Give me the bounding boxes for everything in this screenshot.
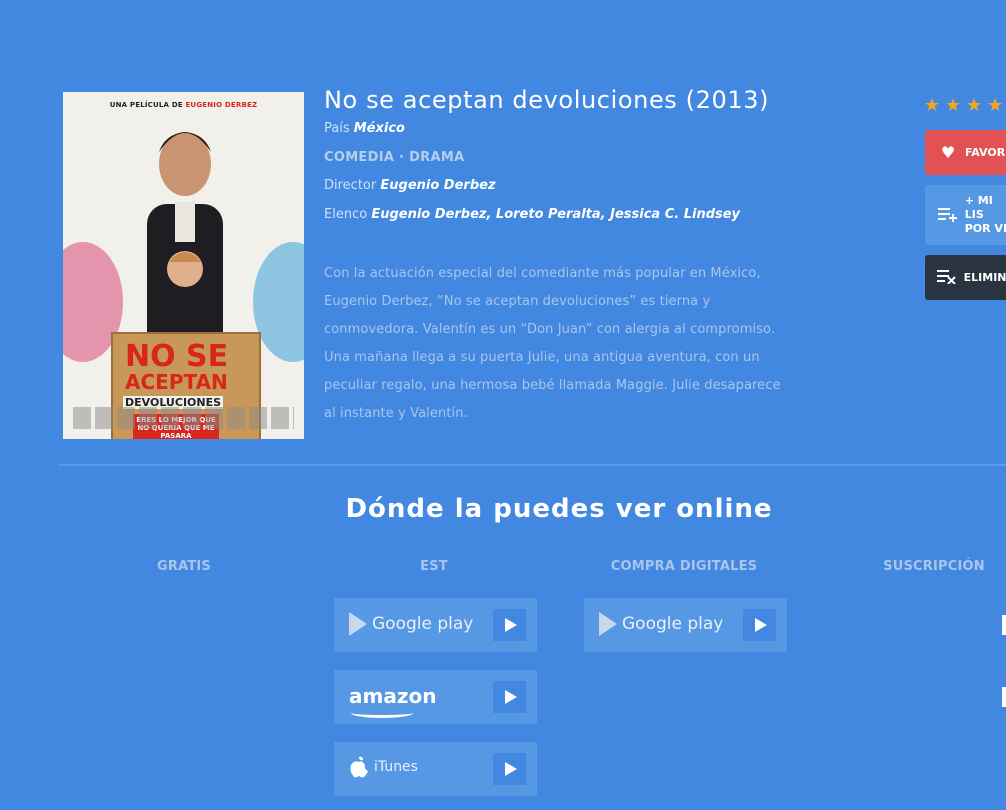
apple-icon <box>350 756 368 778</box>
country-value[interactable]: México <box>354 121 405 136</box>
amazon-logo: amazon <box>349 684 436 718</box>
google-play-logo: Google play <box>599 612 723 636</box>
star-icon[interactable]: ★ <box>924 97 940 115</box>
play-button[interactable] <box>743 609 776 641</box>
store-itunes-est[interactable]: iTunes <box>334 742 537 796</box>
column-header-gratis: GRATIS <box>157 559 211 574</box>
section-divider <box>59 464 1006 466</box>
star-icon[interactable]: ★ <box>945 97 961 115</box>
store-google-play-est[interactable]: Google play <box>334 598 537 652</box>
online-section-title: Dónde la puedes ver online <box>345 494 773 524</box>
play-button[interactable] <box>493 753 526 785</box>
store-google-play-compra[interactable]: Google play <box>584 598 787 652</box>
cast-row: Elenco Eugenio Derbez, Loreto Peralta, J… <box>324 207 740 222</box>
director-row: Director Eugenio Derbez <box>324 178 496 193</box>
google-play-icon <box>349 612 367 636</box>
synopsis: Con la actuación especial del comediante… <box>324 266 781 421</box>
play-button[interactable] <box>493 609 526 641</box>
director-value[interactable]: Eugenio Derbez <box>380 178 495 193</box>
favorite-label: FAVORI <box>965 146 1006 159</box>
country-label: País <box>324 121 350 136</box>
poster-credit: UNA PELÍCULA DE EUGENIO DERBEZ <box>109 101 258 109</box>
google-play-logo: Google play <box>349 612 473 636</box>
play-button-clipped[interactable] <box>1002 687 1006 707</box>
remove-button[interactable]: ELIMINA <box>925 255 1006 300</box>
rating-stars[interactable]: ★ ★ ★ ★ <box>924 97 1003 115</box>
amazon-smile-icon <box>351 708 413 718</box>
cast-value[interactable]: Eugenio Derbez, Loreto Peralta, Jessica … <box>371 207 740 222</box>
itunes-logo: iTunes <box>349 756 418 778</box>
store-amazon-est[interactable]: amazon <box>334 670 537 724</box>
column-header-suscripcion: SUSCRIPCIÓN <box>883 559 985 574</box>
add-to-watchlist-button[interactable]: + MI LIS POR VE <box>925 185 1006 245</box>
star-icon[interactable]: ★ <box>987 97 1003 115</box>
google-play-icon <box>599 612 617 636</box>
cast-label: Elenco <box>324 207 368 222</box>
heart-icon: ♥ <box>940 143 956 162</box>
star-icon[interactable]: ★ <box>966 97 982 115</box>
movie-poster: UNA PELÍCULA DE EUGENIO DERBEZ NO SE ACE… <box>63 92 304 439</box>
director-label: Director <box>324 178 377 193</box>
movie-title: No se aceptan devoluciones (2013) <box>324 86 770 114</box>
favorite-button[interactable]: ♥ FAVORI <box>925 130 1006 175</box>
genres: COMEDIA · DRAMA <box>324 150 465 165</box>
poster-credits-block <box>73 407 294 429</box>
column-header-compra-digitales: COMPRA DIGITALES <box>610 559 758 574</box>
column-header-est: EST <box>420 559 448 574</box>
playlist-remove-icon <box>937 268 958 288</box>
playlist-add-icon <box>937 206 959 224</box>
remove-label: ELIMINA <box>963 271 1006 284</box>
country-row: País México <box>324 121 405 136</box>
play-button-clipped[interactable] <box>1002 615 1006 635</box>
watchlist-label: + MI LIS POR VE <box>964 194 1006 235</box>
play-button[interactable] <box>493 681 526 713</box>
